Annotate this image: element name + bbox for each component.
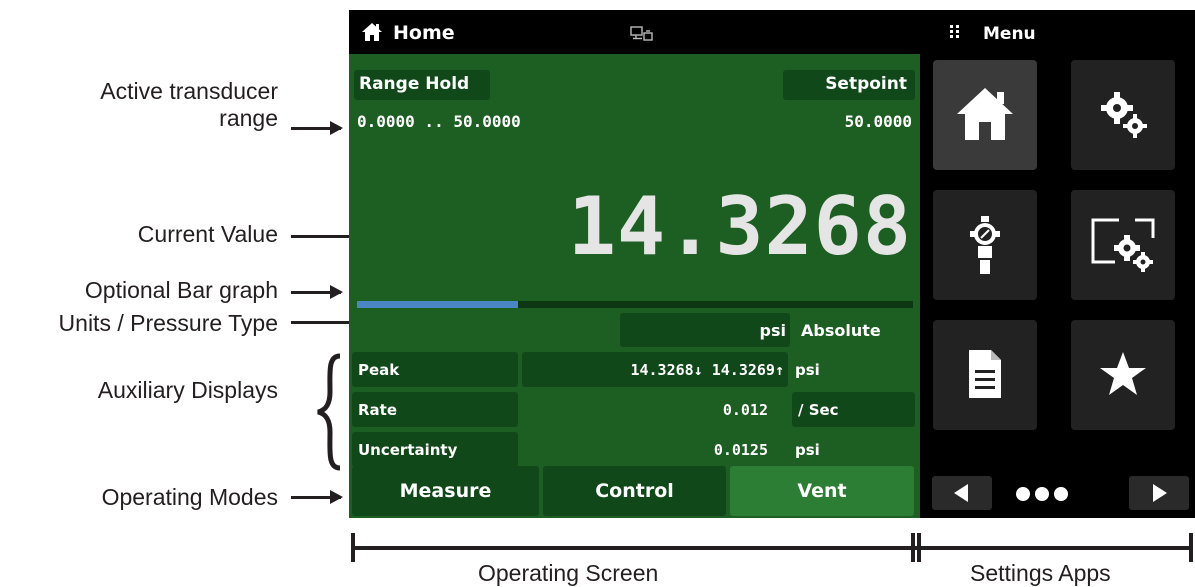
units-label: psi [759,321,786,340]
menu-title[interactable]: Menu [983,24,1036,44]
range-hold-button[interactable]: Range Hold [354,70,490,100]
callout-operating-modes: Operating Modes [101,484,278,510]
control-button[interactable]: Control [543,466,726,516]
aux-uncertainty-unit: psi [795,441,820,459]
pressure-type-label[interactable]: Absolute [801,321,881,340]
aux-brace [317,353,341,471]
bar-graph [357,301,913,308]
callout-active-range: Active transducer range [100,78,278,132]
gears-icon [1101,92,1147,138]
measure-button[interactable]: Measure [352,466,539,516]
setpoint-label: Setpoint [825,74,907,94]
chevron-right-icon [1153,484,1167,502]
callout-bar-graph: Optional Bar graph [84,277,278,303]
callout-current-value: Current Value [137,221,278,247]
arrow-operating-modes [291,490,343,504]
aux-rate-label-box[interactable]: Rate [352,392,518,427]
aux-rate-label: Rate [358,401,398,419]
device-screen: Home Menu Range Hold Setpoint 0.0000 .. … [349,10,1195,518]
page-prev-button[interactable] [932,476,992,510]
chevron-left-icon [954,484,968,502]
operating-screen: Range Hold Setpoint 0.0000 .. 50.0000 50… [349,54,920,518]
aux-peak-label: Peak [358,361,400,379]
tile-screen-settings[interactable] [1071,190,1175,300]
screen-settings-icon [1091,218,1155,272]
aux-rate-unit: / Sec [798,401,839,419]
page-dots-icon [1016,487,1068,501]
top-bar: Home Menu [349,10,1195,54]
network-icon [630,26,653,41]
arrow-bar-graph [291,285,343,299]
home-title: Home [393,22,455,44]
grid-dots-icon[interactable] [950,25,960,39]
setpoint-button[interactable]: Setpoint [783,70,915,100]
tile-document[interactable] [933,320,1037,430]
aux-uncertainty-label-box[interactable]: Uncertainty [352,432,518,467]
current-value: 14.3268 [567,180,912,273]
aux-uncertainty-value: 0.0125 [713,441,768,459]
home-app-icon [957,88,1013,140]
aux-peak-label-box[interactable]: Peak [352,352,518,387]
document-icon [969,350,1001,398]
aux-rate-unit-box[interactable]: / Sec [792,392,915,427]
range-hold-label: Range Hold [359,74,470,94]
aux-peak-value: 14.3268↓ 14.3269↑ [630,361,784,379]
callout-aux-displays: Auxiliary Displays [97,377,278,403]
bar-graph-fill [357,301,519,308]
home-icon[interactable] [361,22,383,42]
label-operating-screen: Operating Screen [478,560,659,586]
regulator-icon [970,216,1000,274]
vent-button[interactable]: Vent [730,466,914,516]
callout-active-range-line1: Active transducer [100,78,278,104]
tile-settings[interactable] [1071,60,1175,170]
callout-units-type: Units / Pressure Type [58,310,278,336]
aux-uncertainty-label: Uncertainty [358,441,458,459]
tile-favorites[interactable] [1071,320,1175,430]
callout-active-range-line2: range [219,105,278,131]
arrow-active-range [291,121,343,135]
setpoint-value[interactable]: 50.0000 [845,112,912,131]
star-icon [1100,352,1146,395]
tile-home[interactable] [933,60,1037,170]
label-settings-apps: Settings Apps [970,560,1111,586]
tile-regulator[interactable] [933,190,1037,300]
units-box[interactable]: psi [620,313,790,347]
page-next-button[interactable] [1129,476,1189,510]
range-text: 0.0000 .. 50.0000 [357,112,521,131]
aux-peak-value-box: 14.3268↓ 14.3269↑ [522,352,788,387]
aux-rate-value: 0.012 [722,401,768,419]
aux-peak-unit: psi [795,361,820,379]
